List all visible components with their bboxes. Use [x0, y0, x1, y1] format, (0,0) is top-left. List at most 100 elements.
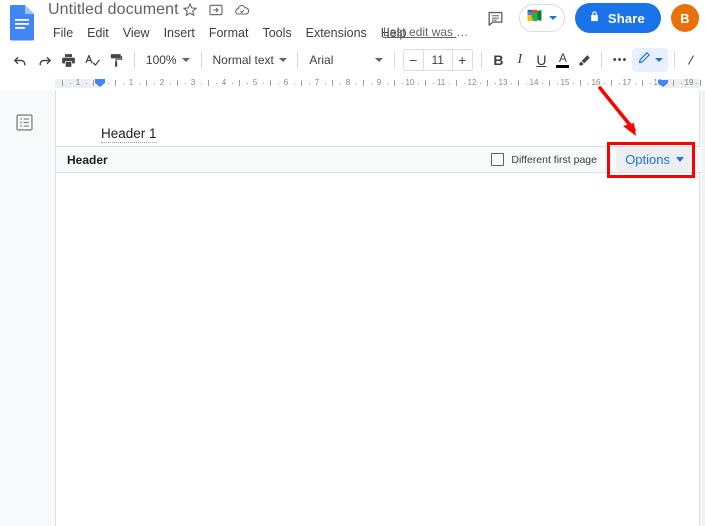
header-section-label: Header	[67, 152, 108, 167]
title-action-icons	[182, 2, 250, 18]
google-docs-logo[interactable]	[8, 3, 38, 41]
paragraph-style-value: Normal text	[212, 53, 274, 67]
header-options-button[interactable]: Options	[616, 147, 693, 172]
print-icon[interactable]	[56, 48, 80, 72]
share-button[interactable]: Share	[574, 3, 661, 33]
menu-insert[interactable]: Insert	[157, 23, 202, 44]
toolbar-divider	[480, 51, 482, 69]
right-indent-marker[interactable]	[657, 76, 669, 87]
style-chevron-down-icon	[278, 58, 287, 62]
zoom-selector[interactable]: 100%	[141, 48, 195, 72]
comment-icon[interactable]	[483, 5, 509, 31]
share-button-label: Share	[607, 10, 645, 26]
document-outline-icon[interactable]	[14, 112, 35, 133]
menu-view[interactable]: View	[116, 23, 157, 44]
ruler-track: 1 1 2 3 4 5 6 7 8 9 10 11 12 13 14 15 16…	[0, 76, 705, 90]
ruler-number: 2	[159, 78, 165, 87]
ruler-number: 7	[314, 78, 320, 87]
ruler[interactable]: 1 1 2 3 4 5 6 7 8 9 10 11 12 13 14 15 16…	[0, 76, 705, 90]
font-size-input[interactable]: 11	[422, 50, 453, 70]
ruler-number: 9	[376, 78, 382, 87]
menu-extensions[interactable]: Extensions	[299, 23, 374, 44]
top-bar: Untitled document File Edit View Insert …	[0, 0, 705, 44]
formatting-toolbar: 100% Normal text Arial − 11 + B I U A ••…	[0, 46, 705, 74]
document-workspace: Header 1 Header Different first page Opt…	[0, 90, 705, 526]
paint-format-icon[interactable]	[104, 48, 128, 72]
left-indent-marker[interactable]	[94, 76, 106, 87]
zoom-value: 100%	[145, 53, 177, 67]
ruler-number: 13	[498, 78, 508, 87]
ruler-number: 19	[684, 78, 694, 87]
ruler-number: 12	[467, 78, 477, 87]
menu-edit[interactable]: Edit	[80, 23, 116, 44]
decrease-font-size-button[interactable]: −	[404, 50, 423, 70]
font-chevron-down-icon	[374, 58, 383, 62]
menu-format[interactable]: Format	[202, 23, 256, 44]
ruler-number: 3	[190, 78, 196, 87]
ruler-number: 16	[591, 78, 601, 87]
ruler-number: 5	[252, 78, 258, 87]
ruler-number: 15	[560, 78, 570, 87]
document-header-text[interactable]: Header 1	[101, 126, 157, 143]
edit-pencil-icon	[637, 50, 652, 70]
mode-chevron-down-icon	[655, 58, 664, 62]
header-options-label: Options	[625, 152, 670, 167]
toolbar-divider	[200, 51, 202, 69]
toolbar-divider	[601, 51, 603, 69]
menu-bar: File Edit View Insert Format Tools Exten…	[46, 23, 414, 44]
star-icon[interactable]	[182, 2, 198, 18]
toolbar-divider	[393, 51, 395, 69]
document-title[interactable]: Untitled document	[48, 0, 179, 20]
hide-menus-icon[interactable]	[681, 48, 705, 72]
last-edit-link[interactable]: Last edit was 4 ...	[383, 25, 475, 39]
chevron-down-icon	[676, 157, 684, 162]
font-value: Arial	[309, 53, 334, 67]
more-options-label: •••	[612, 54, 628, 66]
ruler-number: 1	[128, 78, 134, 87]
header-text-value: Header 1	[101, 126, 157, 143]
document-page[interactable]: Header 1 Header Different first page Opt…	[55, 90, 701, 526]
increase-font-size-button[interactable]: +	[453, 50, 472, 70]
avatar[interactable]: B	[671, 4, 699, 32]
spellcheck-icon[interactable]	[80, 48, 104, 72]
google-meet-button[interactable]	[518, 4, 565, 32]
undo-icon[interactable]	[8, 48, 32, 72]
redo-icon[interactable]	[32, 48, 56, 72]
different-first-page-checkbox-row[interactable]: Different first page	[491, 153, 597, 166]
header-section-bar: Header Different first page Options	[56, 146, 701, 173]
move-to-folder-icon[interactable]	[208, 2, 224, 18]
bold-label: B	[493, 52, 504, 68]
meet-chevron-down-icon[interactable]	[548, 16, 557, 20]
underline-label: U	[536, 52, 547, 68]
menu-tools[interactable]: Tools	[255, 23, 298, 44]
ruler-number: 8	[345, 78, 351, 87]
menu-file[interactable]: File	[46, 23, 80, 44]
underline-button[interactable]: U	[531, 48, 553, 72]
different-first-page-checkbox[interactable]	[491, 153, 505, 166]
paragraph-style-selector[interactable]: Normal text	[207, 48, 291, 72]
italic-button[interactable]: I	[509, 48, 531, 72]
text-color-swatch	[556, 65, 570, 68]
highlight-pen-icon[interactable]	[574, 48, 596, 72]
font-selector[interactable]: Arial	[304, 48, 387, 72]
text-color-button[interactable]: A	[552, 48, 574, 72]
different-first-page-label: Different first page	[511, 153, 597, 166]
ruler-number: 11	[436, 78, 446, 87]
google-meet-icon	[526, 7, 547, 29]
italic-label: I	[517, 52, 523, 67]
ruler-number: 10	[405, 78, 415, 87]
more-toolbar-options-button[interactable]: •••	[608, 48, 632, 72]
font-size-stepper: − 11 +	[402, 49, 473, 71]
toolbar-divider	[297, 51, 299, 69]
toolbar-divider	[134, 51, 135, 69]
ruler-number: 1	[75, 78, 81, 87]
ruler-number: 14	[529, 78, 539, 87]
lock-icon	[588, 10, 601, 26]
text-color-label: A	[558, 51, 567, 65]
toolbar-divider	[674, 51, 675, 69]
editing-mode-button[interactable]	[632, 48, 669, 72]
bold-button[interactable]: B	[488, 48, 510, 72]
ruler-number: 4	[221, 78, 227, 87]
zoom-chevron-down-icon	[181, 58, 190, 62]
cloud-saved-icon[interactable]	[234, 2, 250, 18]
